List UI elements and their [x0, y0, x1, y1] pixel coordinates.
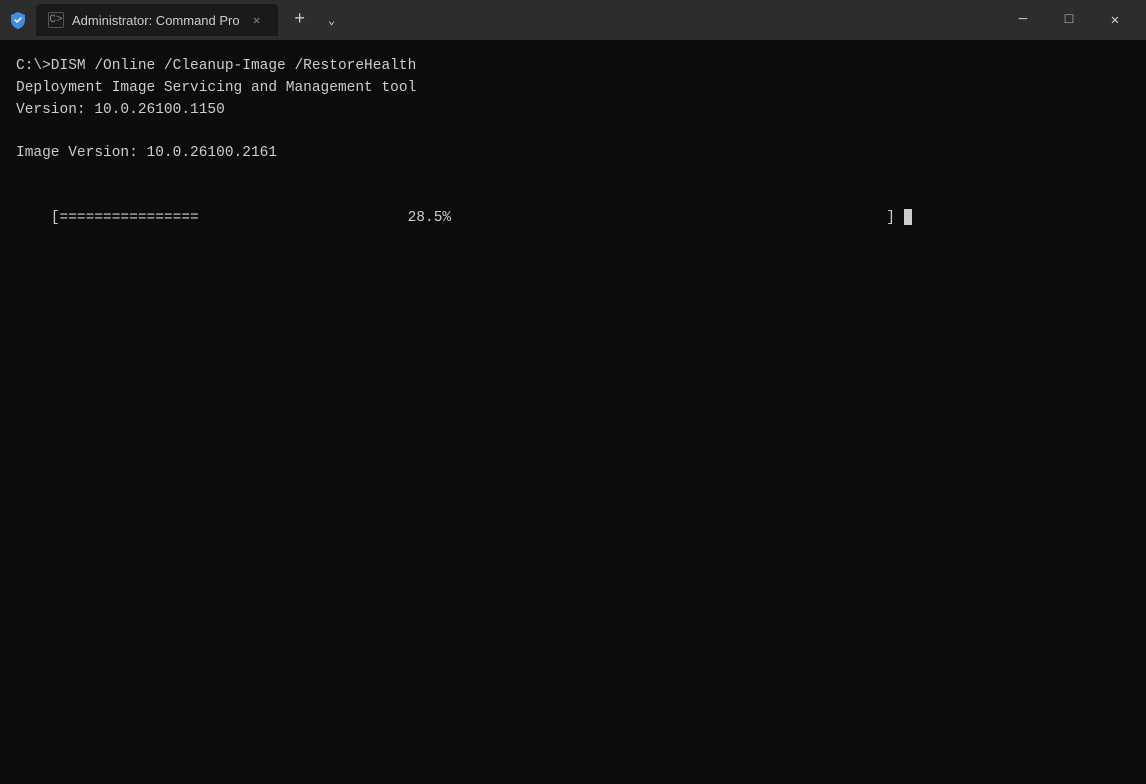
tab-dropdown-button[interactable]: ⌄	[322, 6, 342, 34]
shield-icon	[8, 10, 28, 30]
progress-prefix: [================	[51, 210, 199, 226]
minimize-button[interactable]: ─	[1000, 0, 1046, 40]
maximize-button[interactable]: □	[1046, 0, 1092, 40]
progress-spaces2	[451, 210, 886, 226]
progress-suffix: ]	[886, 210, 895, 226]
title-bar: C> Administrator: Command Pro ✕ + ⌄ ─ □ …	[0, 0, 1146, 40]
close-button[interactable]: ✕	[1092, 0, 1138, 40]
tab-icon: C>	[48, 12, 64, 28]
title-bar-left: C> Administrator: Command Pro ✕ + ⌄	[8, 4, 992, 36]
terminal-line-1: C:\>DISM /Online /Cleanup-Image /Restore…	[16, 56, 1130, 78]
tab-title: Administrator: Command Pro	[72, 13, 240, 28]
terminal-line-3: Deployment Image Servicing and Managemen…	[16, 78, 1130, 100]
terminal-body[interactable]: C:\>DISM /Online /Cleanup-Image /Restore…	[0, 40, 1146, 784]
new-tab-button[interactable]: +	[286, 6, 314, 34]
terminal-line-5	[16, 121, 1130, 143]
terminal-line-4: Version: 10.0.26100.1150	[16, 100, 1130, 122]
terminal-line-6: Image Version: 10.0.26100.2161	[16, 143, 1130, 165]
window-controls: ─ □ ✕	[1000, 0, 1138, 40]
terminal-cursor	[904, 209, 912, 225]
active-tab[interactable]: C> Administrator: Command Pro ✕	[36, 4, 278, 36]
tab-close-button[interactable]: ✕	[248, 11, 266, 29]
progress-spaces	[199, 210, 408, 226]
terminal-line-7	[16, 165, 1130, 187]
progress-percent: 28.5%	[408, 210, 452, 226]
terminal-progress-line: [================ 28.5% ]	[16, 187, 1130, 252]
